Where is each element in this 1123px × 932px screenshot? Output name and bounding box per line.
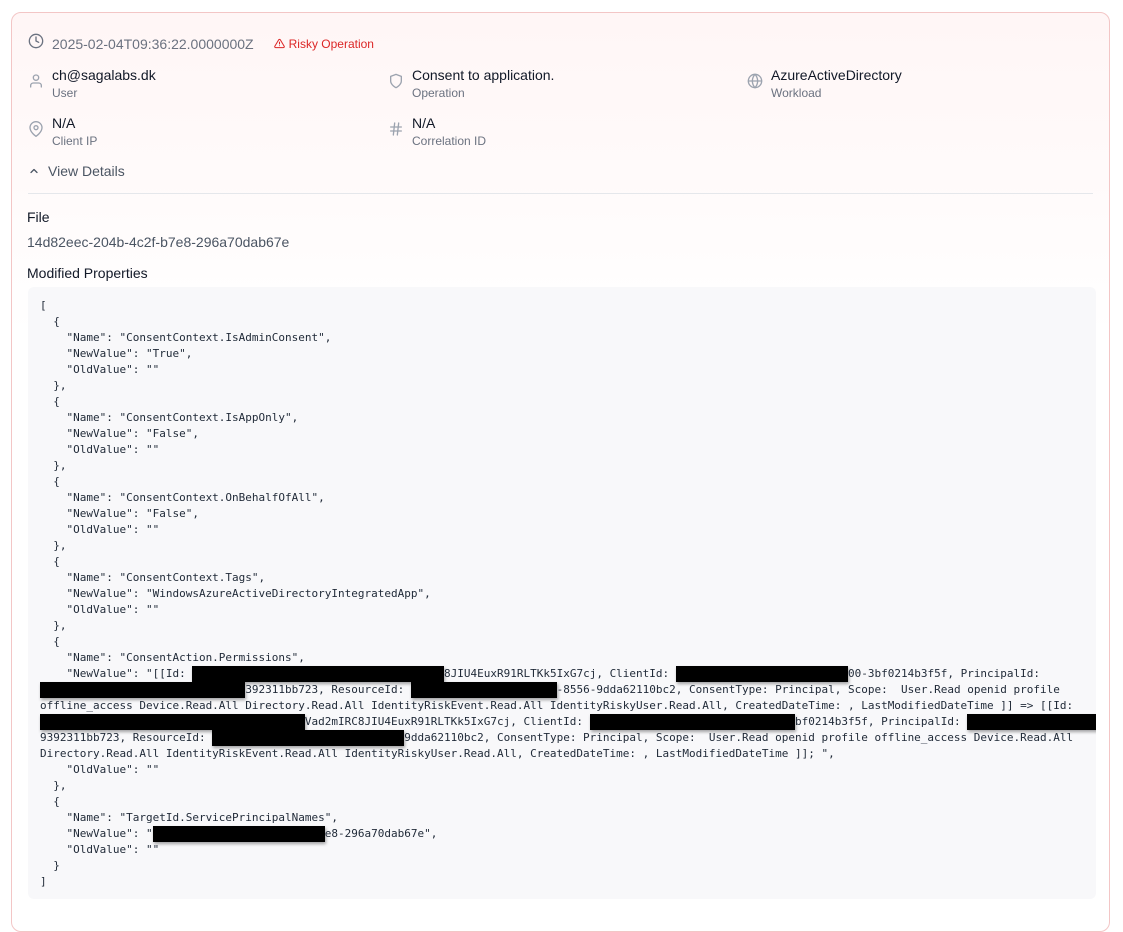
json-line: "Name": "TargetId.ServicePrincipalNames"… (40, 811, 339, 824)
json-line: }, (40, 459, 67, 472)
json-line: }, (40, 539, 67, 552)
redacted-block (40, 682, 246, 698)
map-pin-icon (29, 121, 43, 137)
json-line: "NewValue": "True", (40, 347, 193, 360)
json-line: "Name": "ConsentContext.OnBehalfOfAll", (40, 491, 325, 504)
json-line: { (40, 395, 60, 408)
audit-event-card: 2025-02-04T09:36:22.0000000Z Risky Opera… (11, 12, 1110, 932)
event-timestamp: 2025-02-04T09:36:22.0000000Z (52, 35, 254, 52)
risk-badge-label: Risky Operation (288, 36, 374, 51)
json-line: }, (40, 779, 67, 792)
redacted-block (967, 714, 1096, 730)
hash-icon (390, 122, 402, 136)
json-line: } (40, 859, 60, 872)
json-line: "Name": "ConsentContext.IsAdminConsent", (40, 331, 332, 344)
json-line: "NewValue": "[[Id: 8JIU4EuxR91RLTKk5IxG7… (40, 666, 1041, 682)
json-line: "OldValue": "" (40, 843, 160, 856)
file-value: 14d82eec-204b-4c2f-b7e8-296a70dab67e (27, 234, 290, 250)
field-workload: AzureActiveDirectory Workload (747, 67, 902, 101)
redacted-block (675, 666, 848, 682)
operation-label: Operation (412, 86, 465, 100)
redacted-block (152, 826, 325, 842)
json-line: { (40, 315, 60, 328)
view-details-label: View Details (48, 163, 125, 179)
json-line: [ (40, 299, 47, 312)
field-user: ch@sagalabs.dk User (28, 67, 156, 101)
json-line: { (40, 475, 60, 488)
field-client-ip: N/A Client IP (28, 115, 97, 149)
json-line: { (40, 795, 60, 808)
json-line: "OldValue": "" (40, 443, 160, 456)
workload-value: AzureActiveDirectory (771, 67, 902, 83)
redacted-block (410, 682, 557, 698)
client-ip-label: Client IP (52, 134, 98, 148)
json-line: Directory.Read.All IdentityRiskEvent.Rea… (40, 747, 835, 760)
shield-icon (390, 73, 402, 89)
redacted-block (212, 730, 405, 746)
operation-value: Consent to application. (412, 67, 555, 83)
event-header: 2025-02-04T09:36:22.0000000Z Risky Opera… (28, 33, 374, 54)
modified-properties-json: [ { "Name": "ConsentContext.IsAdminConse… (28, 287, 1096, 899)
json-line: offline_access Device.Read.All Directory… (40, 699, 1074, 712)
json-line: "Name": "ConsentAction.Permissions", (40, 651, 305, 664)
json-line: 9392311bb723, ResourceId: 9dda62110bc2, … (40, 730, 1074, 746)
clock-icon (28, 33, 44, 54)
client-ip-value: N/A (52, 115, 76, 131)
globe-icon (747, 73, 763, 89)
chevron-up-icon (30, 168, 38, 174)
json-line: "Name": "ConsentContext.Tags", (40, 571, 266, 584)
workload-label: Workload (771, 86, 822, 100)
json-line: "NewValue": "False", (40, 507, 199, 520)
risk-badge: Risky Operation (273, 36, 374, 51)
json-line: { (40, 555, 60, 568)
correlation-id-label: Correlation ID (412, 134, 487, 148)
user-icon (30, 74, 42, 88)
json-line: { (40, 635, 60, 648)
redacted-block (192, 666, 444, 682)
json-line: "NewValue": "WindowsAzureActiveDirectory… (40, 587, 431, 600)
json-line: Vad2mIRC8JIU4EuxR91RLTKk5IxG7cj, ClientI… (40, 714, 1096, 730)
json-line: "OldValue": "" (40, 763, 160, 776)
json-line: "NewValue": "False", (40, 427, 199, 440)
json-line: }, (40, 619, 67, 632)
json-code-block: [ { "Name": "ConsentContext.IsAdminConse… (40, 298, 1096, 890)
json-line: "OldValue": "" (40, 523, 160, 536)
section-divider (28, 193, 1093, 194)
modified-properties-heading: Modified Properties (27, 265, 148, 281)
user-value: ch@sagalabs.dk (52, 67, 156, 83)
json-line: "OldValue": "" (40, 603, 160, 616)
json-line: }, (40, 379, 67, 392)
json-line: ] (40, 875, 47, 888)
warning-triangle-icon (273, 38, 285, 49)
json-line: 392311bb723, ResourceId: -8556-9dda62110… (40, 682, 1060, 698)
file-heading: File (27, 209, 50, 225)
field-operation: Consent to application. Operation (388, 67, 554, 101)
redacted-block (40, 714, 305, 730)
json-line: "Name": "ConsentContext.IsAppOnly", (40, 411, 299, 424)
user-label: User (52, 86, 78, 100)
field-correlation-id: N/A Correlation ID (388, 115, 486, 149)
redacted-block (589, 714, 795, 730)
json-line: "NewValue": " e8-296a70dab67e", (40, 826, 438, 842)
view-details-toggle[interactable]: View Details (28, 163, 125, 179)
json-line: "OldValue": "" (40, 363, 160, 376)
correlation-id-value: N/A (412, 115, 436, 131)
